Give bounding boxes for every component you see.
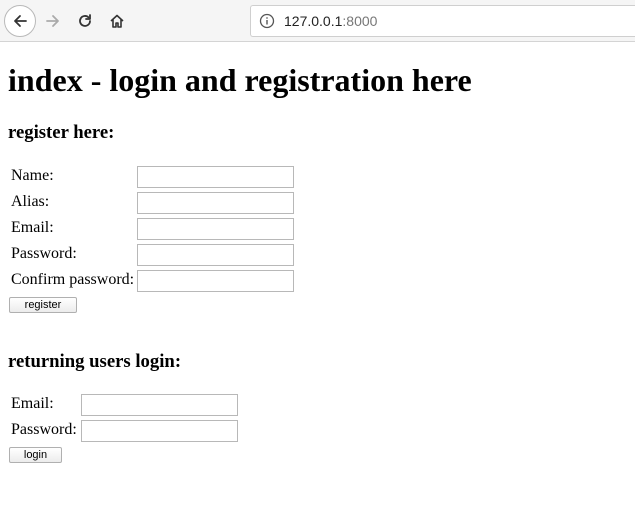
- register-alias-label: Alias:: [11, 193, 50, 210]
- reload-button[interactable]: [70, 6, 100, 36]
- reload-icon: [79, 14, 91, 27]
- register-password-label: Password:: [11, 245, 77, 262]
- info-icon[interactable]: [259, 13, 275, 29]
- url-port: :8000: [342, 13, 378, 29]
- login-password-input[interactable]: [81, 420, 238, 442]
- page-title: index - login and registration here: [8, 62, 472, 98]
- home-icon: [110, 14, 124, 28]
- register-email-label: Email:: [11, 219, 54, 236]
- url-text: 127.0.0.1:8000: [284, 13, 377, 29]
- login-email-input[interactable]: [81, 394, 238, 416]
- back-button[interactable]: [4, 5, 36, 37]
- register-email-input[interactable]: [137, 218, 294, 240]
- forward-arrow-icon: [46, 15, 59, 27]
- register-confirm-input[interactable]: [137, 270, 294, 292]
- forward-button[interactable]: [38, 6, 68, 36]
- register-heading: register here:: [8, 122, 115, 143]
- register-name-input[interactable]: [137, 166, 294, 188]
- login-password-label: Password:: [11, 421, 77, 438]
- home-button[interactable]: [102, 6, 132, 36]
- login-heading: returning users login:: [8, 351, 182, 372]
- register-button[interactable]: register: [9, 297, 77, 313]
- back-arrow-icon: [14, 15, 27, 27]
- browser-toolbar: 127.0.0.1:8000: [0, 0, 635, 42]
- register-password-input[interactable]: [137, 244, 294, 266]
- login-button[interactable]: login: [9, 447, 62, 463]
- url-host: 127.0.0.1: [284, 13, 343, 29]
- login-email-label: Email:: [11, 395, 54, 412]
- register-confirm-label: Confirm password:: [11, 271, 135, 288]
- register-name-label: Name:: [11, 167, 54, 184]
- register-alias-input[interactable]: [137, 192, 294, 214]
- address-bar[interactable]: 127.0.0.1:8000: [250, 5, 635, 37]
